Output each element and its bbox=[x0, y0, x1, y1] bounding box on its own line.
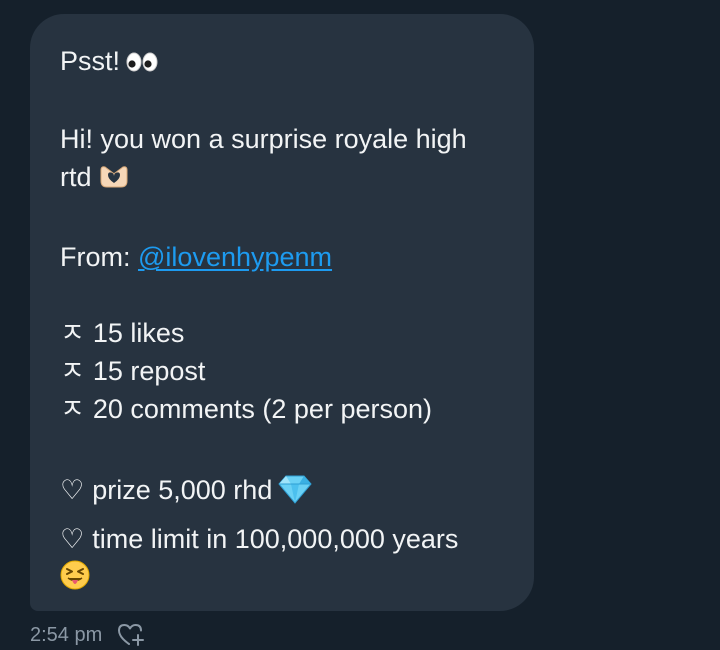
requirement-item: ㅈ 15 repost bbox=[60, 352, 504, 390]
requirement-text: 20 comments (2 per person) bbox=[92, 394, 432, 424]
greeting-text: Psst! bbox=[60, 46, 121, 76]
eyes-emoji-icon bbox=[126, 44, 158, 82]
body-line-2-text: rtd bbox=[60, 162, 92, 192]
prize-text: prize 5,000 rhd bbox=[92, 475, 273, 505]
requirement-text: 15 likes bbox=[92, 318, 185, 348]
timestamp: 2:54 pm bbox=[30, 623, 103, 646]
prize-line: ♡ prize 5,000 rhd bbox=[60, 471, 504, 514]
heart-outline-bullet: ♡ bbox=[60, 475, 85, 505]
squinting-tongue-emoji-icon bbox=[60, 560, 90, 600]
requirement-item: ㅈ 20 comments (2 per person) bbox=[60, 390, 504, 428]
user-mention-link[interactable]: @ilovenhypenm bbox=[138, 242, 332, 272]
heart-plus-icon[interactable] bbox=[116, 622, 146, 648]
body-line-2: rtd bbox=[60, 158, 504, 200]
body-line-1: Hi! you won a surprise royale high bbox=[60, 124, 467, 154]
requirement-bullet: ㅈ bbox=[60, 318, 85, 348]
requirement-bullet: ㅈ bbox=[60, 394, 85, 424]
gem-emoji-icon bbox=[278, 474, 313, 514]
closing-emoji-line bbox=[60, 558, 504, 600]
heart-hands-emoji-icon bbox=[98, 162, 130, 200]
from-label: From: bbox=[60, 242, 131, 272]
time-limit-text: time limit in 100,000,000 years bbox=[92, 524, 459, 554]
from-line: From: @ilovenhypenm bbox=[60, 238, 504, 276]
dm-conversation: Psst! Hi! you won a surprise royale high… bbox=[0, 0, 720, 650]
message-bubble[interactable]: Psst! Hi! you won a surprise royale high… bbox=[30, 14, 534, 611]
requirement-item: ㅈ 15 likes bbox=[60, 314, 504, 352]
heart-outline-bullet: ♡ bbox=[60, 524, 85, 554]
greeting-line: Psst! bbox=[60, 42, 504, 82]
requirement-bullet: ㅈ bbox=[60, 356, 85, 386]
requirement-text: 15 repost bbox=[92, 356, 206, 386]
time-limit-line: ♡ time limit in 100,000,000 years bbox=[60, 520, 504, 558]
message-meta: 2:54 pm bbox=[30, 622, 146, 648]
